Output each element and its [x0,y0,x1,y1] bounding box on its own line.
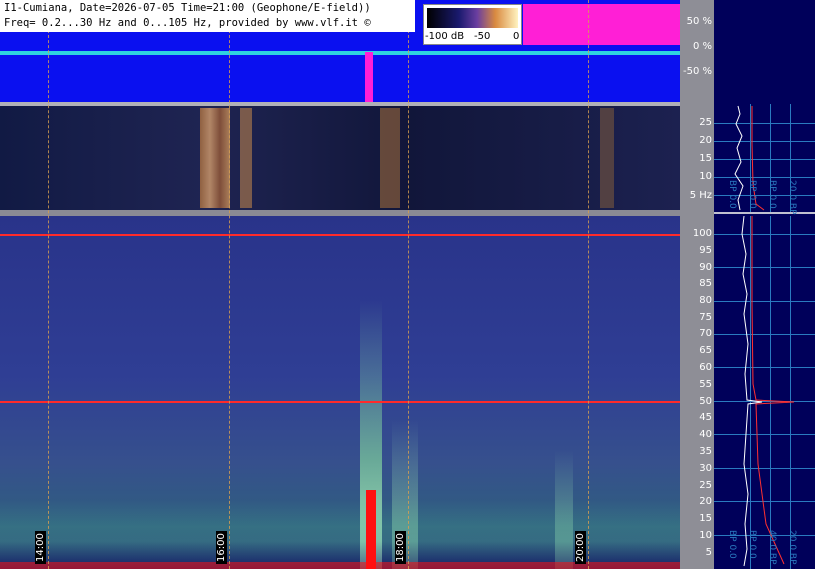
high-freq-tick: 35 [699,446,712,457]
high-freq-tick: 85 [699,278,712,289]
burst [600,108,614,208]
burst [380,108,400,208]
high-freq-tick: 90 [699,262,712,273]
red-burst [366,490,376,569]
low-freq-tick: 20 [699,135,712,146]
line-50hz [0,401,680,403]
time-label: 20:00 [575,531,586,564]
frequency-axis-panel: 50 % 0 % -50 % 25 20 15 10 5 Hz 100 95 9… [680,0,714,569]
low-freq-tick: 15 [699,153,712,164]
clip-region [523,4,680,45]
time-gridline [588,0,589,569]
high-freq-tick: 25 [699,480,712,491]
time-label: 16:00 [216,531,227,564]
high-freq-tick: 80 [699,295,712,306]
low-freq-tick: 10 [699,171,712,182]
low-freq-spectrogram [0,102,680,214]
high-freq-tick: 95 [699,245,712,256]
colorbar-label: -50 [474,31,491,42]
time-gridline [48,0,49,569]
profile-scale-label: BP 0.0 [767,180,777,209]
colorbar-gradient [427,8,518,28]
high-freq-tick: 65 [699,345,712,356]
profile-scale-label: BP 0.0 [727,180,737,209]
colorbar-label: -100 dB [425,31,465,42]
high-freq-tick: 45 [699,412,712,423]
high-freq-tick: 15 [699,513,712,524]
panel-divider [0,102,680,106]
low-freq-tick: 5 Hz [689,190,712,201]
colorbar-label: 0 [513,31,520,42]
high-freq-tick: 20 [699,496,712,507]
title-box: I1-Cumiana, Date=2026-07-05 Time=21:00 (… [0,0,415,32]
profile-mean-bottom [751,216,795,565]
high-freq-tick: 40 [699,429,712,440]
amplitude-tick: -50 % [682,66,712,77]
amplitude-tick: 50 % [686,16,712,27]
high-freq-tick: 50 [699,396,712,407]
time-label: 14:00 [35,531,46,564]
colorbar-legend: -100 dB -50 0 [423,4,522,45]
profile-scale-label: BP 0.0 [747,180,757,209]
burst [200,108,230,208]
high-freq-tick: 10 [699,530,712,541]
profile-scale-label: BP 0.0 [727,530,737,559]
low-freq-tick: 25 [699,117,712,128]
profile-scale-label: 20.0 BP [787,180,797,215]
time-gridline [229,0,230,569]
high-freq-tick: 70 [699,328,712,339]
clip-spike [365,52,373,102]
high-freq-tick: 55 [699,379,712,390]
profile-traces [734,105,795,567]
time-label: 18:00 [395,531,406,564]
high-freq-tick: 100 [692,228,712,239]
amplitude-tick: 0 % [692,41,712,52]
time-gridline [408,0,409,569]
burst [240,108,252,208]
high-freq-tick: 30 [699,463,712,474]
station-title: I1-Cumiana, Date=2026-07-05 Time=21:00 (… [4,2,371,14]
profile-scale-label: 20.0 BP [787,530,797,565]
profile-scale-label: 40.0 BP [767,530,777,565]
high-freq-tick: 75 [699,312,712,323]
frequency-info: Freq= 0.2...30 Hz and 0...105 Hz, provid… [4,17,371,29]
line-100hz [0,234,680,236]
profile-scale-label: BP 0.0 [747,530,757,559]
high-freq-tick: 5 [705,547,712,558]
high-freq-tick: 60 [699,362,712,373]
waveform-trace [0,51,680,55]
